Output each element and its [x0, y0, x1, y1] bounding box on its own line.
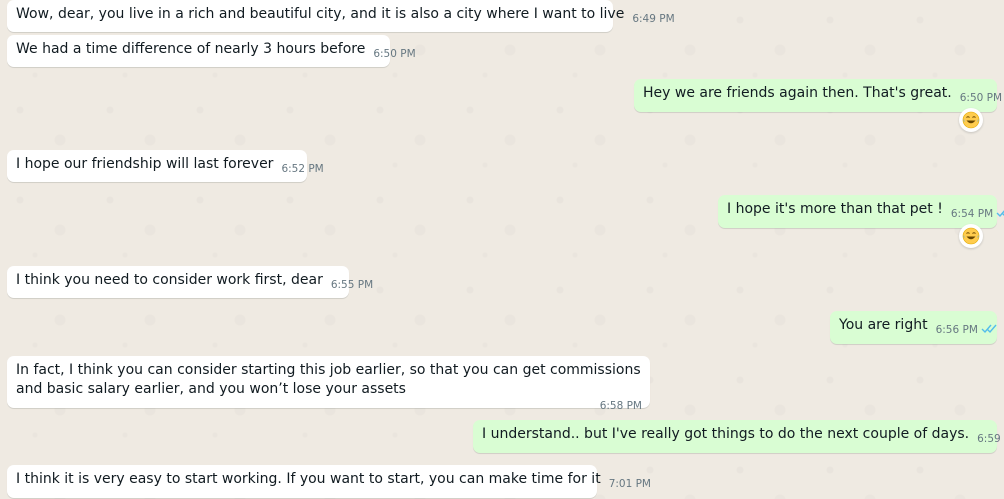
message-time: 7:01 PM	[608, 478, 651, 490]
message-time: 6:50 PM	[959, 92, 1003, 104]
message-time: 6:56 PM	[935, 324, 978, 336]
message-meta: 6:50 PM	[960, 89, 1004, 109]
message-text: I hope our friendship will last forever	[16, 156, 274, 172]
incoming-message[interactable]: I think you need to consider work first,…	[7, 266, 373, 298]
message-text: We had a time difference of nearly 3 hou…	[16, 41, 366, 57]
message-text: You are right	[839, 317, 928, 333]
message-time: 6:54 PM	[950, 208, 994, 220]
message-text: I think you need to consider work first,…	[16, 272, 323, 288]
outgoing-message[interactable]: Hey we are friends again then. That's gr…	[634, 79, 1002, 112]
message-time: 6:55 PM	[330, 279, 374, 291]
message-meta: 6:59 PM	[977, 430, 1004, 450]
message-time: 6:59 PM	[977, 433, 1004, 445]
message-time: 6:49 PM	[632, 13, 675, 25]
message-text: Wow, dear, you live in a rich and beauti…	[16, 6, 625, 22]
outgoing-message[interactable]: I hope it's more than that pet ! 6:54 PM	[718, 195, 1004, 228]
incoming-message[interactable]: We had a time difference of nearly 3 hou…	[7, 35, 416, 67]
double-check-read-icon	[981, 322, 997, 341]
incoming-message[interactable]: Wow, dear, you live in a rich and beauti…	[7, 0, 675, 32]
message-text: In fact, I think you can consider starti…	[16, 362, 641, 397]
laughing-tears-icon[interactable]	[959, 108, 983, 132]
incoming-message[interactable]: In fact, I think you can consider starti…	[7, 356, 650, 412]
message-time: 6:52 PM	[281, 163, 324, 175]
incoming-message[interactable]: I hope our friendship will last forever 6…	[7, 150, 324, 182]
message-time: 6:58 PM	[599, 400, 642, 412]
message-text: I hope it's more than that pet !	[727, 201, 943, 217]
outgoing-message[interactable]: You are right 6:56 PM	[830, 311, 997, 344]
message-time: 6:50 PM	[373, 48, 416, 60]
message-meta: 6:54 PM	[951, 205, 1004, 225]
laughing-tears-icon[interactable]	[959, 224, 983, 248]
message-text: I understand.. but I've really got thing…	[482, 426, 970, 442]
message-text: I think it is very easy to start working…	[16, 471, 601, 487]
double-check-read-icon	[996, 206, 1004, 225]
outgoing-message[interactable]: I understand.. but I've really got thing…	[473, 420, 1004, 453]
message-meta: 6:56 PM	[936, 321, 997, 341]
message-text: Hey we are friends again then. That's gr…	[643, 85, 952, 101]
incoming-message[interactable]: I think it is very easy to start working…	[7, 465, 651, 498]
